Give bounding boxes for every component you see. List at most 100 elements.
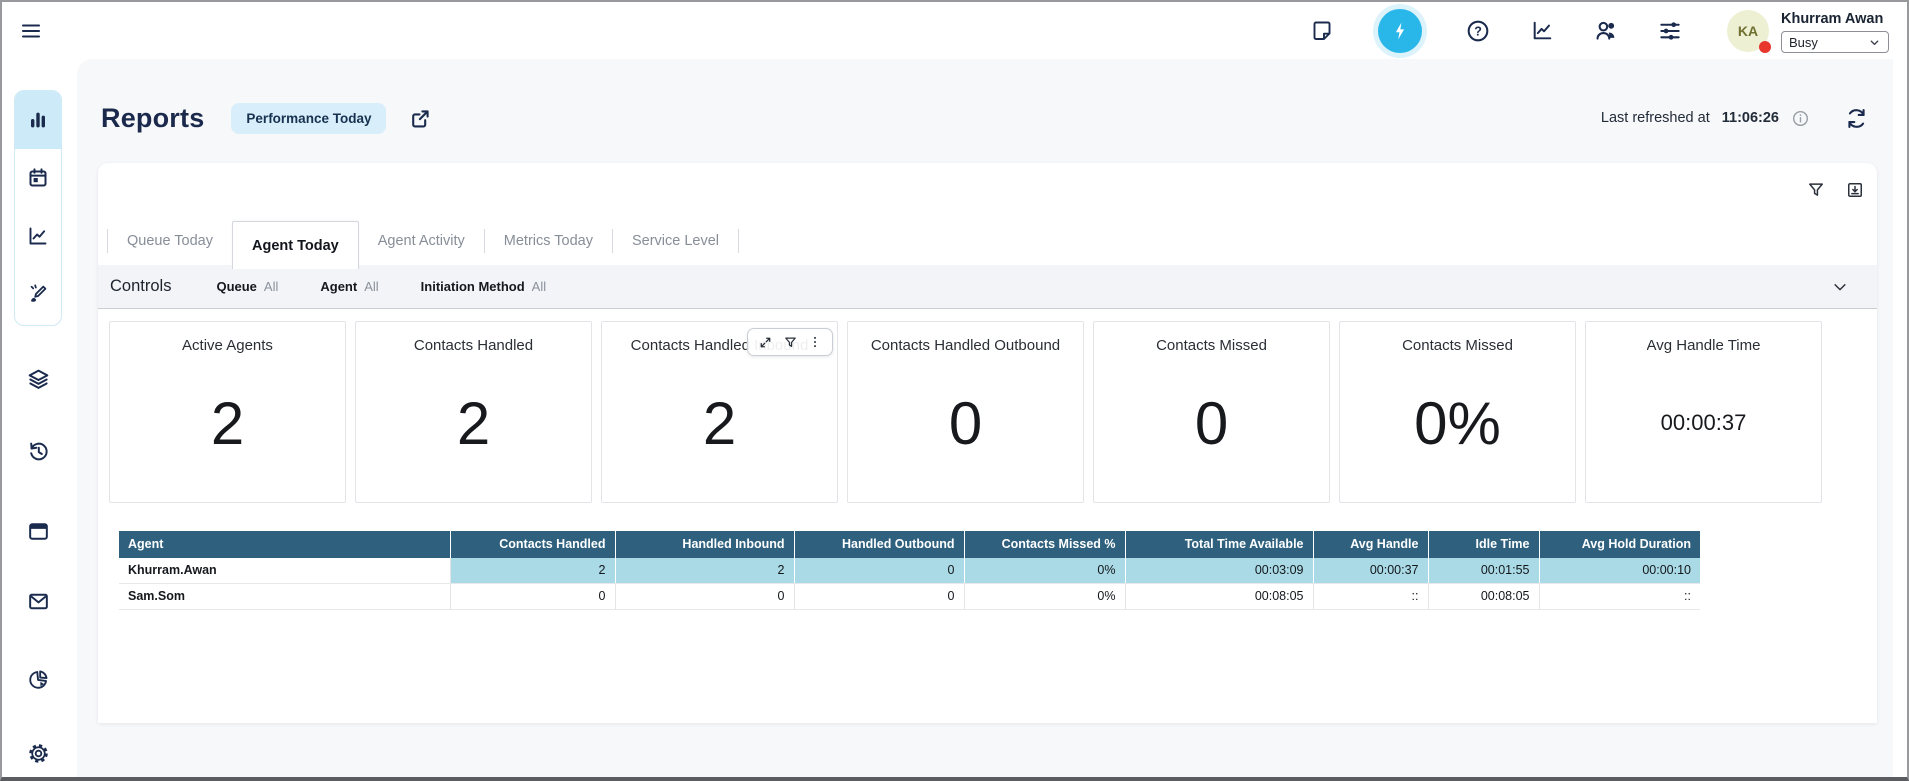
cell-value: 00:00:10 (1539, 558, 1700, 584)
cell-value: 0% (964, 584, 1125, 610)
col-idle-time[interactable]: Idle Time (1428, 531, 1539, 558)
metric-title: Contacts Missed (1402, 337, 1513, 354)
col-avg-handle[interactable]: Avg Handle (1313, 531, 1428, 558)
gear-icon (26, 741, 51, 766)
tab-agent-today[interactable]: Agent Today (232, 221, 359, 269)
tab-queue-today[interactable]: Queue Today (108, 221, 232, 261)
window-icon (26, 519, 51, 544)
metric-card-active-agents: Active Agents 2 (109, 321, 346, 503)
bar-chart-icon (26, 108, 50, 132)
status-select[interactable]: Busy (1781, 31, 1889, 53)
line-chart-icon (1530, 18, 1555, 43)
metric-value: 0 (1195, 354, 1228, 502)
cell-agent: Khurram.Awan (119, 558, 450, 584)
cell-value: 2 (450, 558, 615, 584)
expand-icon (758, 335, 773, 350)
history-icon (26, 439, 51, 464)
cell-value: 00:08:05 (1428, 584, 1539, 610)
tab-agent-activity[interactable]: Agent Activity (359, 221, 484, 261)
hamburger-icon (19, 19, 43, 43)
last-refreshed-label: Last refreshed at (1601, 110, 1710, 126)
expand-card-button[interactable] (758, 335, 773, 350)
col-avg-hold-duration[interactable]: Avg Hold Duration (1539, 531, 1700, 558)
metrics-button[interactable] (1529, 18, 1555, 44)
agents-icon (1593, 18, 1619, 44)
sidebar-rail (14, 90, 62, 326)
info-button[interactable] (1791, 109, 1810, 128)
cell-value: 0 (794, 558, 964, 584)
status-dot (1759, 41, 1771, 53)
notes-button[interactable] (1309, 18, 1335, 44)
filter-agent-value: All (364, 279, 378, 294)
refresh-button[interactable] (1844, 106, 1869, 131)
metric-value: 00:00:37 (1661, 354, 1747, 502)
col-agent[interactable]: Agent (119, 531, 450, 558)
controls-title: Controls (110, 277, 171, 296)
col-contacts-missed-pct[interactable]: Contacts Missed % (964, 531, 1125, 558)
open-in-new-button[interactable] (408, 106, 433, 131)
metric-value: 2 (211, 354, 244, 502)
help-button[interactable]: ? (1465, 18, 1491, 44)
sidebar-item-analytics[interactable] (15, 207, 61, 265)
metric-title: Active Agents (182, 337, 273, 354)
filter-agent[interactable]: Agent All (320, 279, 378, 294)
cell-value: 2 (615, 558, 794, 584)
card-menu-button[interactable] (808, 335, 822, 349)
col-total-time-available[interactable]: Total Time Available (1125, 531, 1313, 558)
cell-value: 0 (615, 584, 794, 610)
col-handled-inbound[interactable]: Handled Inbound (615, 531, 794, 558)
cell-value: 00:08:05 (1125, 584, 1313, 610)
sidebar-item-customize[interactable] (15, 265, 61, 323)
card-filter-button[interactable] (783, 335, 798, 350)
avatar-initials: KA (1738, 23, 1758, 39)
col-contacts-handled[interactable]: Contacts Handled (450, 531, 615, 558)
chevron-down-icon (1868, 36, 1881, 49)
cell-agent: Sam.Som (119, 584, 450, 610)
avatar[interactable]: KA (1727, 10, 1769, 52)
metric-title: Contacts Handled (414, 337, 533, 354)
metric-card-contacts-handled: Contacts Handled 2 (355, 321, 592, 503)
svg-text:?: ? (1474, 24, 1482, 38)
agent-metrics-table: Agent Contacts Handled Handled Inbound H… (119, 531, 1700, 610)
col-handled-outbound[interactable]: Handled Outbound (794, 531, 964, 558)
filter-initiation-method[interactable]: Initiation Method All (421, 279, 546, 294)
cell-value: 0 (794, 584, 964, 610)
sidebar (2, 59, 77, 777)
sidebar-item-reports-pie[interactable] (14, 657, 62, 701)
preferences-button[interactable] (1657, 18, 1683, 44)
sidebar-item-workspace[interactable] (14, 509, 62, 553)
agents-button[interactable] (1593, 18, 1619, 44)
cell-value: 0% (964, 558, 1125, 584)
topbar: ? KA Khurram Awan Busy (2, 2, 1907, 59)
user-block: KA Khurram Awan Busy (1727, 8, 1889, 53)
metric-card-contacts-handled-outbound: Contacts Handled Outbound 0 (847, 321, 1084, 503)
table-row: Sam.Som 0 0 0 0% 00:08:05 :: 00:08:05 :: (119, 584, 1700, 610)
tab-service-level[interactable]: Service Level (613, 221, 738, 261)
layers-icon (26, 367, 51, 392)
cell-value: :: (1539, 584, 1700, 610)
refresh-icon (1844, 106, 1869, 131)
filter-funnel-icon (783, 335, 798, 350)
chevron-down-icon (1831, 278, 1849, 296)
boost-button[interactable] (1373, 4, 1427, 58)
filter-queue[interactable]: Queue All (216, 279, 278, 294)
tab-separator (738, 229, 739, 253)
sidebar-item-schedule[interactable] (15, 149, 61, 207)
page-header: Reports Performance Today Last refreshed… (101, 95, 1869, 141)
metric-value: 0% (1414, 354, 1501, 502)
last-refreshed-time: 11:06:26 (1722, 110, 1779, 126)
sidebar-item-dashboard[interactable] (15, 91, 61, 149)
sidebar-item-settings[interactable] (14, 731, 62, 775)
cell-value: 00:00:37 (1313, 558, 1428, 584)
metric-card-contacts-missed-pct: Contacts Missed 0% (1339, 321, 1576, 503)
lightning-icon (1388, 19, 1412, 43)
sidebar-item-history[interactable] (14, 429, 62, 473)
sidebar-item-messages[interactable] (14, 579, 62, 623)
paint-brush-icon (26, 282, 50, 306)
controls-collapse-button[interactable] (1831, 278, 1849, 296)
report-content-card: Queue Today Agent Today Agent Activity M… (98, 163, 1877, 723)
hamburger-menu-button[interactable] (19, 19, 43, 43)
metric-card-contacts-handled-inbound: Contacts Handled Inbound 2 (601, 321, 838, 503)
sidebar-item-modules[interactable] (14, 357, 62, 401)
tab-metrics-today[interactable]: Metrics Today (485, 221, 612, 261)
